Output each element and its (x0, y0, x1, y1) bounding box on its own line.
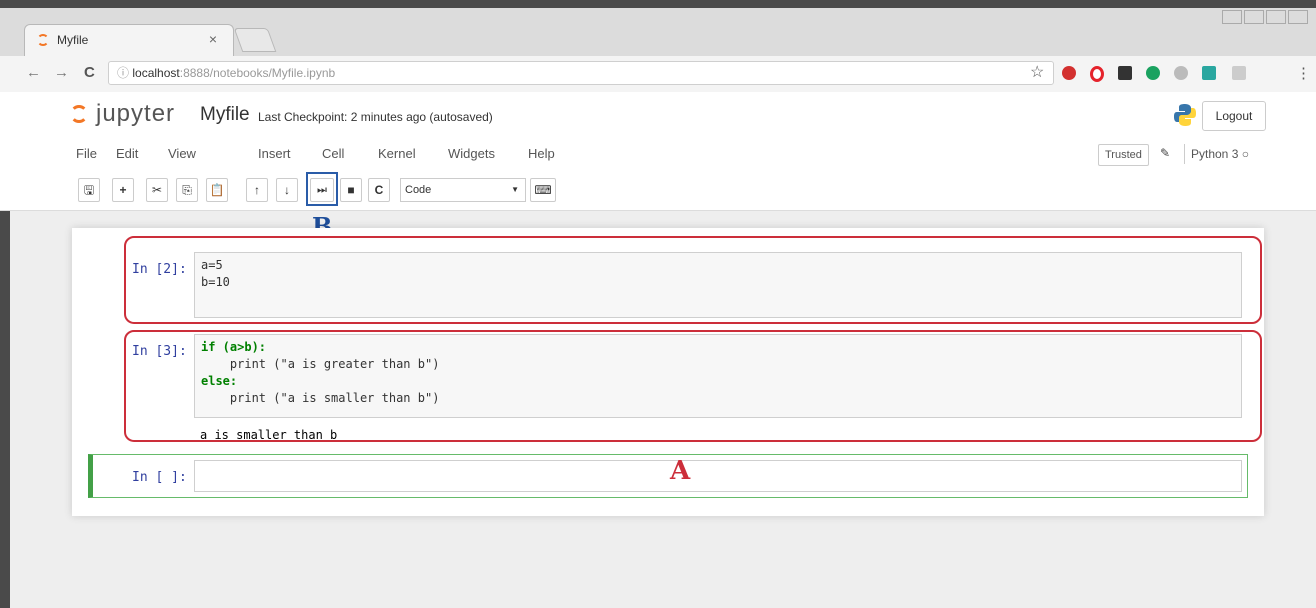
url-host: localhost (132, 66, 180, 80)
forward-icon[interactable]: → (54, 64, 69, 81)
insert-cell-button[interactable]: + (112, 178, 134, 202)
menu-widgets[interactable]: Widgets (448, 146, 495, 161)
arrow-down-icon: ↓ (284, 183, 290, 197)
window-maximize-icon[interactable] (1266, 10, 1286, 24)
menu-kernel[interactable]: Kernel (378, 146, 416, 161)
edit-mode-pencil-icon: ✎ (1160, 146, 1171, 160)
kernel-indicator: Python 3 ○ (1184, 144, 1249, 164)
annotation-box-cell-3 (124, 330, 1262, 442)
adblock-extension-icon[interactable] (1062, 66, 1076, 80)
url-path: :8888/notebooks/Myfile.ipynb (179, 66, 336, 80)
restart-kernel-button[interactable]: C (368, 178, 390, 202)
copy-icon: ⎘ (182, 183, 192, 197)
cell-type-value: Code (405, 184, 432, 196)
kernel-name: Python 3 (1191, 147, 1239, 161)
empty-code-cell-input[interactable] (194, 460, 1242, 492)
site-info-icon[interactable]: ⓘ (117, 66, 129, 80)
command-palette-button[interactable]: ⌨ (530, 178, 556, 202)
plus-icon: + (119, 183, 127, 197)
kernel-idle-icon: ○ (1241, 147, 1249, 161)
window-close-icon[interactable] (1288, 10, 1308, 24)
back-icon[interactable]: ← (26, 64, 41, 81)
paste-icon: 📋 (209, 183, 225, 197)
trusted-badge[interactable]: Trusted (1098, 144, 1149, 166)
menu-help[interactable]: Help (528, 146, 555, 161)
jupyter-favicon-icon (37, 34, 49, 46)
cut-button[interactable]: ✂ (146, 178, 168, 202)
paste-button[interactable]: 📋 (206, 178, 228, 202)
arrow-up-icon: ↑ (254, 183, 260, 197)
url-field[interactable]: ⓘ localhost:8888/notebooks/Myfile.ipynb (108, 61, 1054, 85)
annotation-label-a: A (670, 456, 691, 486)
checkpoint-status: Last Checkpoint: 2 minutes ago (autosave… (258, 110, 493, 124)
restart-icon: C (374, 183, 384, 197)
extension-icon-3[interactable] (1232, 66, 1246, 80)
browser-menu-icon[interactable]: ⋮ (1296, 64, 1311, 82)
notebook-name[interactable]: Myfile (200, 104, 250, 126)
save-icon: 🖫 (83, 183, 95, 197)
languagetool-extension-icon[interactable] (1202, 66, 1216, 80)
browser-tab[interactable]: Myfile × (24, 24, 234, 56)
logo-text: jupyter (96, 100, 176, 127)
jupyter-logo[interactable]: jupyter (70, 100, 175, 128)
annotation-box-cell-2 (124, 236, 1262, 324)
menu-edit[interactable]: Edit (116, 146, 138, 161)
opera-extension-icon[interactable] (1090, 66, 1104, 82)
cell-prompt: In [ ]: (132, 470, 187, 485)
chevron-down-icon: ▼ (511, 185, 519, 194)
copy-button[interactable]: ⎘ (176, 178, 198, 202)
extension-icon-2[interactable] (1174, 66, 1188, 80)
reload-icon[interactable]: C (84, 64, 95, 81)
bookmark-star-icon[interactable]: ☆ (1030, 62, 1044, 82)
grammarly-extension-icon[interactable] (1146, 66, 1160, 80)
window-controls[interactable] (1220, 10, 1308, 27)
tab-title: Myfile (57, 33, 89, 47)
stop-icon: ■ (347, 183, 355, 197)
move-down-button[interactable]: ↓ (276, 178, 298, 202)
cell-type-select[interactable]: Code ▼ (400, 178, 526, 202)
menu-insert[interactable]: Insert (258, 146, 291, 161)
address-bar-row: ← → C ⓘ localhost:8888/notebooks/Myfile.… (0, 56, 1316, 93)
move-up-button[interactable]: ↑ (246, 178, 268, 202)
window-minimize-icon[interactable] (1244, 10, 1264, 24)
save-button[interactable]: 🖫 (78, 178, 100, 202)
tab-close-icon[interactable]: × (209, 31, 217, 47)
logout-button[interactable]: Logout (1202, 101, 1266, 131)
menu-view[interactable]: View (168, 146, 196, 161)
window-user-icon[interactable] (1222, 10, 1242, 24)
jupyter-logo-icon (70, 105, 88, 123)
keyboard-icon: ⌨ (534, 183, 552, 197)
menu-file[interactable]: File (76, 146, 97, 161)
menu-cell[interactable]: Cell (322, 146, 344, 161)
interrupt-kernel-button[interactable]: ■ (340, 178, 362, 202)
scissors-icon: ✂ (151, 183, 163, 197)
annotation-box-b (306, 172, 338, 206)
python-logo-icon (1174, 104, 1196, 126)
extension-icon[interactable] (1118, 66, 1132, 80)
